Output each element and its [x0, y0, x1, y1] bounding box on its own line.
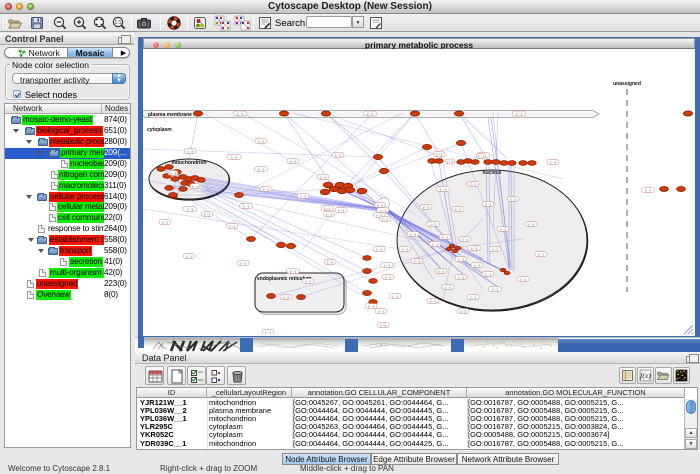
svg-text:(···): (···): [380, 208, 385, 212]
svg-text:(···): (···): [550, 160, 555, 164]
svg-text:(···): (···): [231, 155, 236, 159]
svg-text:(···): (···): [162, 220, 167, 224]
svg-text:(···): (···): [338, 208, 343, 212]
svg-text:(···): (···): [538, 252, 543, 256]
svg-text:(···): (···): [380, 323, 385, 327]
svg-text:(···): (···): [455, 207, 460, 211]
svg-text:(···): (···): [436, 152, 441, 156]
svg-text:(···): (···): [458, 275, 463, 279]
svg-text:(···): (···): [229, 224, 234, 228]
svg-text:(···): (···): [410, 232, 415, 236]
svg-text:(···): (···): [432, 242, 437, 246]
svg-text:(···): (···): [377, 203, 382, 207]
svg-text:(···): (···): [458, 257, 463, 261]
svg-text:(···): (···): [384, 263, 389, 267]
svg-text:(···): (···): [376, 247, 381, 251]
svg-text:(···): (···): [258, 139, 263, 143]
svg-text:(···): (···): [645, 188, 650, 192]
svg-text:(···): (···): [430, 222, 435, 226]
svg-text:(···): (···): [423, 205, 428, 209]
svg-text:cytoplasm: cytoplasm: [147, 127, 172, 133]
svg-text:(···): (···): [187, 149, 192, 153]
svg-text:(···): (···): [492, 287, 497, 291]
svg-text:(···): (···): [470, 295, 475, 299]
svg-text:(···): (···): [305, 279, 310, 283]
svg-text:plasma membrane: plasma membrane: [148, 112, 192, 118]
svg-text:(···): (···): [378, 309, 383, 313]
svg-text:(···): (···): [283, 295, 288, 299]
svg-text:(···): (···): [326, 212, 331, 216]
svg-text:(···): (···): [385, 275, 390, 279]
svg-text:(···): (···): [471, 246, 476, 250]
svg-text:(···): (···): [368, 304, 373, 308]
svg-text:(···): (···): [263, 187, 268, 191]
svg-text:(···): (···): [442, 235, 447, 239]
svg-text:(···): (···): [510, 197, 515, 201]
svg-text:(···): (···): [447, 160, 452, 164]
svg-text:(···): (···): [204, 212, 209, 216]
svg-text:(···): (···): [492, 247, 497, 251]
svg-text:(···): (···): [258, 167, 263, 171]
svg-text:(···): (···): [240, 261, 245, 265]
svg-text:(···): (···): [187, 207, 192, 211]
svg-text:(···): (···): [186, 254, 191, 258]
svg-text:(···): (···): [440, 187, 445, 191]
svg-text:(···): (···): [402, 247, 407, 251]
svg-text:unassigned: unassigned: [613, 81, 641, 87]
svg-text:(···): (···): [290, 159, 295, 163]
svg-text:(···): (···): [327, 260, 332, 264]
svg-text:(···): (···): [192, 184, 197, 188]
svg-text:(···): (···): [528, 222, 533, 226]
svg-text:(···): (···): [445, 285, 450, 289]
svg-text:f(x): f(x): [640, 371, 651, 380]
svg-text:(···): (···): [324, 206, 329, 210]
svg-text:(···): (···): [438, 269, 443, 273]
svg-text:(···): (···): [430, 299, 435, 303]
svg-text:(···): (···): [462, 237, 467, 241]
svg-text:(···): (···): [520, 277, 525, 281]
svg-text:(···): (···): [243, 204, 248, 208]
svg-text:(···): (···): [320, 175, 325, 179]
svg-text:(···): (···): [382, 217, 387, 221]
svg-text:(···): (···): [470, 182, 475, 186]
svg-text:(···): (···): [478, 154, 483, 158]
svg-text:(···): (···): [485, 202, 490, 206]
svg-text:(···): (···): [474, 263, 479, 267]
svg-text:(···): (···): [170, 171, 175, 175]
svg-text:(···): (···): [500, 227, 505, 231]
svg-text:(···): (···): [300, 194, 305, 198]
svg-text:(···): (···): [516, 112, 521, 116]
svg-text:(···): (···): [237, 112, 242, 116]
svg-text:1:1: 1:1: [115, 20, 122, 26]
svg-text:(···): (···): [335, 153, 340, 157]
svg-text:(···): (···): [414, 259, 419, 263]
svg-text:(···): (···): [367, 112, 372, 116]
svg-text:(···): (···): [485, 272, 490, 276]
svg-text:(···): (···): [290, 269, 295, 273]
svg-text:(···): (···): [392, 294, 397, 298]
svg-text:(···): (···): [265, 330, 270, 334]
svg-text:(···): (···): [460, 309, 465, 313]
